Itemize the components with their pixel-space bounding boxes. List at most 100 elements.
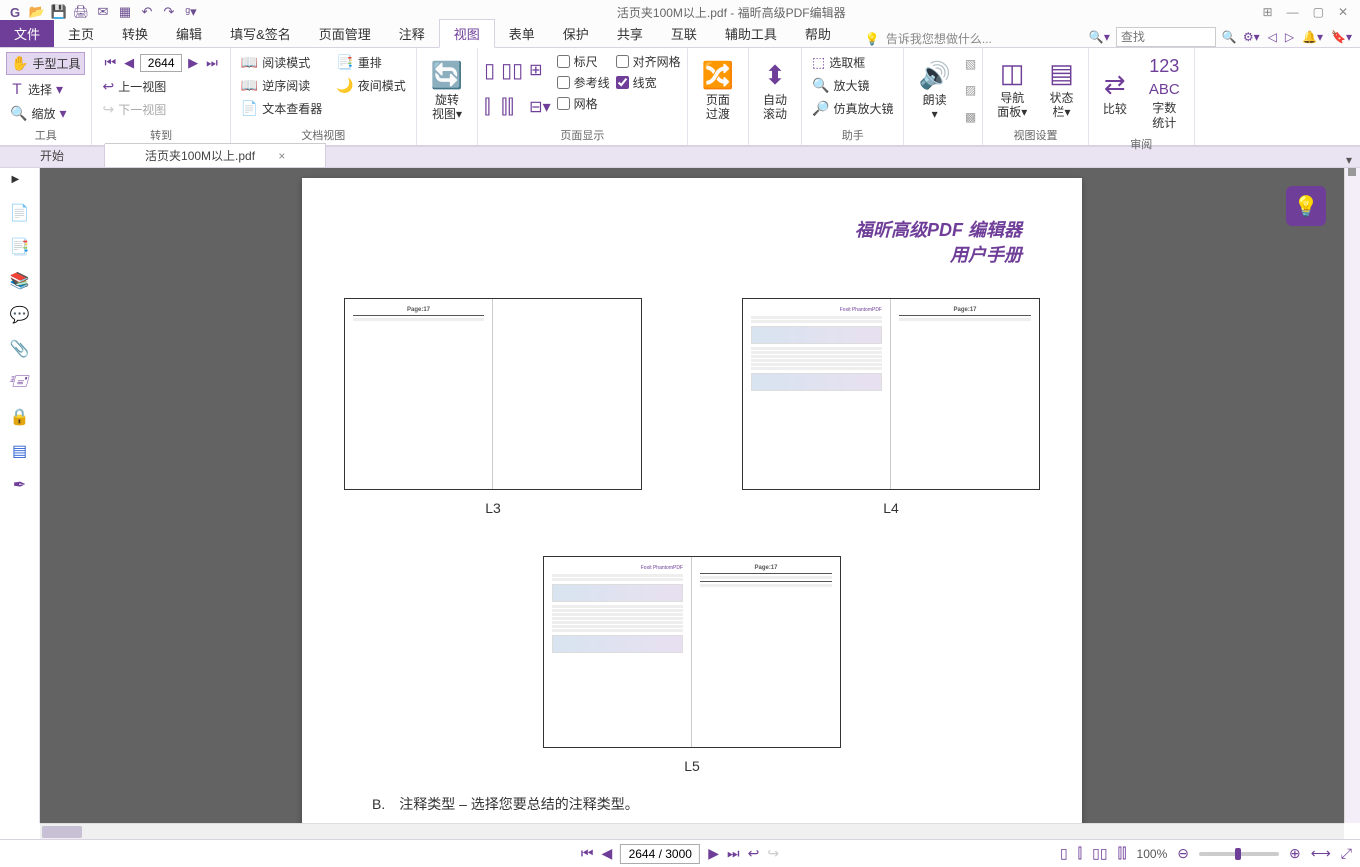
prev-view-button[interactable]: ↩上一视图	[98, 76, 223, 97]
single-page-icon[interactable]: ▯	[484, 58, 495, 83]
view-facing-icon[interactable]: ▯▯	[1092, 845, 1107, 862]
share-menu-icon[interactable]: 🔖▾	[1331, 30, 1352, 44]
read-option3-icon[interactable]: ▩	[965, 110, 976, 124]
close-button[interactable]: ✕	[1338, 5, 1348, 19]
night-mode-button[interactable]: 🌙夜间模式	[332, 75, 409, 96]
save-icon[interactable]: 💾	[50, 3, 68, 21]
qat-more-icon[interactable]: ᵍ▾	[182, 3, 200, 21]
fields-panel-icon[interactable]: ▤	[9, 440, 31, 462]
zoom-out-icon[interactable]: ⊖	[1177, 845, 1189, 862]
last-page-icon[interactable]: ⏭	[727, 845, 740, 862]
read-aloud-button[interactable]: 🔊 朗读▾	[910, 52, 958, 129]
wordcount-button[interactable]: 123ABC 字数统计	[1141, 52, 1188, 134]
tab-form[interactable]: 表单	[495, 20, 549, 47]
tips-button[interactable]: 💡	[1286, 186, 1326, 226]
facing-icon[interactable]: ▯▯	[501, 58, 523, 83]
split-icon[interactable]: ⊟▾	[529, 97, 550, 117]
hand-tool-button[interactable]: ✋手型工具	[6, 52, 85, 75]
nav-prev-icon[interactable]: ◁	[1268, 30, 1277, 44]
document-view[interactable]: 福昕高级PDF 编辑器 用户手册 Page:17 L3 Foxit Phanto…	[40, 168, 1344, 823]
tab-convert[interactable]: 转换	[108, 20, 162, 47]
next-page-button[interactable]: ▶	[186, 55, 200, 71]
compare-button[interactable]: ⇄ 比较	[1095, 52, 1135, 134]
read-option1-icon[interactable]: ▧	[965, 57, 976, 71]
zoom-slider[interactable]	[1199, 852, 1279, 856]
nav-next-icon[interactable]: ▷	[1285, 30, 1294, 44]
tab-help[interactable]: 帮助	[791, 20, 845, 47]
redo-icon[interactable]: ↷	[160, 3, 178, 21]
magnifier-button[interactable]: 🔍放大镜	[808, 75, 897, 96]
fit-page-icon[interactable]: ⤢	[1341, 845, 1352, 862]
nav-panel-button[interactable]: ◫ 导航面板▾	[989, 52, 1035, 125]
last-page-button[interactable]: ⏭	[204, 55, 220, 71]
tab-share[interactable]: 共享	[603, 20, 657, 47]
marquee-button[interactable]: ⬚选取框	[808, 52, 897, 73]
tab-organize[interactable]: 页面管理	[305, 20, 385, 47]
comments-panel-icon[interactable]: 💬	[9, 304, 31, 326]
first-page-icon[interactable]: ⏮	[581, 845, 594, 862]
attachments-panel-icon[interactable]: 📎	[9, 338, 31, 360]
layers-panel-icon[interactable]: 📚	[9, 270, 31, 292]
next-page-icon[interactable]: ▶	[708, 845, 719, 862]
page-number-input[interactable]	[140, 54, 182, 72]
tab-accessibility[interactable]: 辅助工具	[711, 20, 791, 47]
ribbon-toggle-icon[interactable]: ⊞	[1263, 5, 1273, 19]
security-panel-icon[interactable]: 🔒	[9, 406, 31, 428]
snapshot-icon[interactable]: ▦	[116, 3, 134, 21]
first-page-button[interactable]: ⏮	[102, 55, 118, 71]
search-input[interactable]	[1116, 27, 1216, 47]
app-icon[interactable]: G	[6, 3, 24, 21]
minimize-button[interactable]: —	[1287, 5, 1299, 19]
grid-checkbox[interactable]: 网格	[557, 94, 610, 113]
tab-edit[interactable]: 编辑	[162, 20, 216, 47]
continuous-facing-icon[interactable]: ⫿⫿	[501, 96, 523, 119]
snap-checkbox[interactable]: 对齐网格	[616, 52, 681, 71]
tab-file[interactable]: 文件	[0, 20, 54, 47]
bookmarks-panel-icon[interactable]: 📑	[9, 236, 31, 258]
tab-fillsign[interactable]: 填写&签名	[216, 20, 305, 47]
tab-start[interactable]: 开始	[0, 144, 105, 167]
vertical-scrollbar[interactable]	[1344, 168, 1360, 823]
read-mode-button[interactable]: 📖阅读模式	[237, 52, 326, 73]
select-tool-button[interactable]: Ｔ选择▾	[6, 77, 85, 101]
view-continuous-icon[interactable]: ⫿	[1078, 845, 1082, 862]
tab-protect[interactable]: 保护	[549, 20, 603, 47]
tab-comment[interactable]: 注释	[385, 20, 439, 47]
open-icon[interactable]: 📂	[28, 3, 46, 21]
status-page-input[interactable]	[620, 844, 700, 864]
continuous-icon[interactable]: ⫿	[484, 96, 495, 119]
view-contfacing-icon[interactable]: ⫿⫿	[1118, 845, 1127, 862]
close-tab-icon[interactable]: ×	[278, 149, 285, 163]
print-icon[interactable]: 🖨	[72, 3, 90, 21]
read-option2-icon[interactable]: ▨	[965, 83, 976, 97]
reverse-read-button[interactable]: 📖逆序阅读	[237, 75, 326, 96]
horizontal-scrollbar[interactable]	[40, 823, 1344, 839]
prev-page-icon[interactable]: ◀	[601, 845, 612, 862]
tab-view[interactable]: 视图	[439, 19, 495, 48]
text-viewer-button[interactable]: 📄文本查看器	[237, 98, 326, 119]
prev-page-button[interactable]: ◀	[122, 55, 136, 71]
tab-home[interactable]: 主页	[54, 20, 108, 47]
page-transition-button[interactable]: 🔀 页面过渡	[694, 52, 742, 129]
ruler-checkbox[interactable]: 标尺	[557, 52, 610, 71]
reflow-button[interactable]: 📑重排	[332, 52, 409, 73]
pages-panel-icon[interactable]: 📄	[9, 202, 31, 224]
articles-panel-icon[interactable]: ✒	[9, 474, 31, 496]
notification-icon[interactable]: 🔔▾	[1302, 30, 1323, 44]
signatures-panel-icon[interactable]: 🖅	[9, 372, 31, 394]
zoom-tool-button[interactable]: 🔍缩放▾	[6, 103, 85, 124]
next-view-button[interactable]: ↪下一视图	[98, 99, 223, 120]
expand-panel-icon[interactable]: ▶	[12, 174, 28, 190]
search-button-icon[interactable]: 🔍	[1222, 30, 1237, 44]
search-options-icon[interactable]: 🔍▾	[1089, 30, 1110, 44]
rotate-view-button[interactable]: 🔄 旋转视图▾	[423, 52, 471, 129]
tab-document[interactable]: 活页夹100M以上.pdf ×	[105, 143, 326, 167]
tell-me[interactable]: 💡 告诉我您想做什么...	[845, 30, 992, 47]
status-bar-button[interactable]: ▤ 状态栏▾	[1041, 52, 1082, 125]
fit-width-icon[interactable]: ⟷	[1311, 845, 1331, 862]
autoscroll-button[interactable]: ⬍ 自动滚动	[755, 52, 795, 129]
tab-overflow-icon[interactable]: ▾	[1346, 153, 1360, 167]
mail-icon[interactable]: ✉	[94, 3, 112, 21]
guides-checkbox[interactable]: 参考线	[557, 73, 610, 92]
settings-icon[interactable]: ⚙▾	[1243, 30, 1260, 44]
